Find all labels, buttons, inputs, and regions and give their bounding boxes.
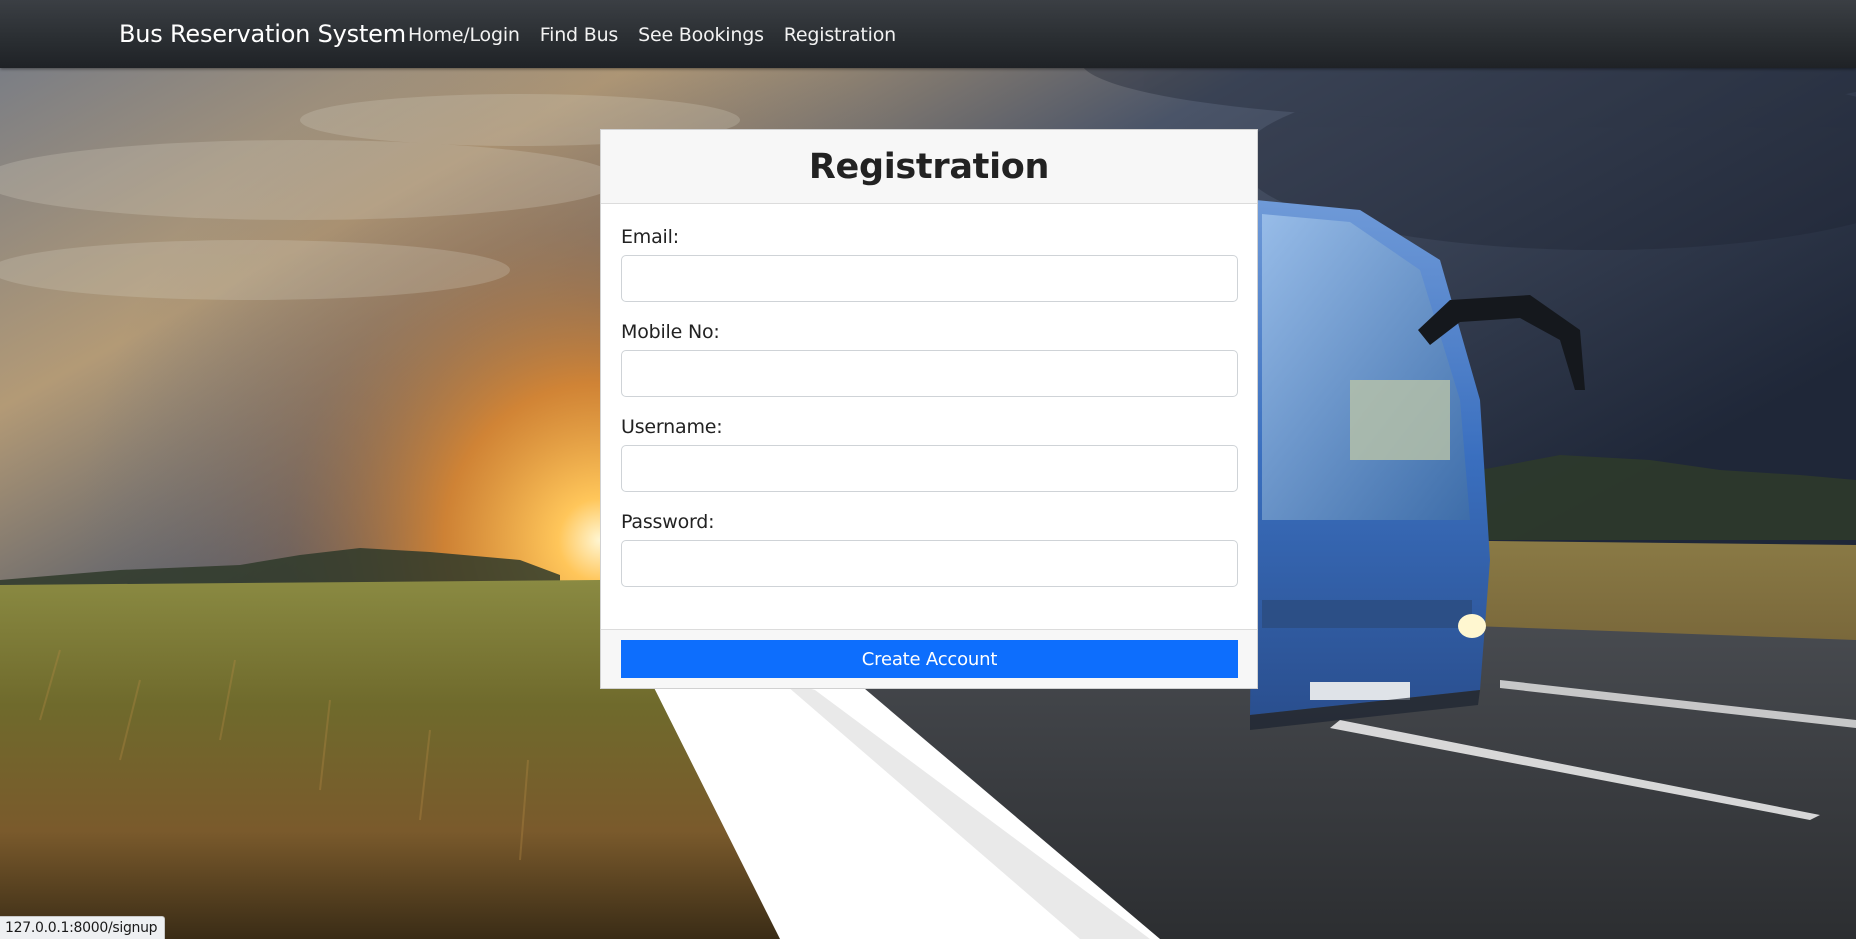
- username-label: Username:: [621, 416, 723, 438]
- email-input[interactable]: [621, 255, 1238, 302]
- nav-see-bookings-link[interactable]: See Bookings: [638, 22, 764, 48]
- username-group: Username:: [621, 416, 1238, 492]
- create-account-button[interactable]: Create Account: [621, 640, 1238, 678]
- registration-form: Email: Mobile No: Username: Password:: [601, 204, 1257, 587]
- registration-card: Registration Email: Mobile No: Username:…: [600, 129, 1258, 689]
- email-group: Email:: [621, 226, 1238, 302]
- nav-links: Home/Login Find Bus See Bookings Registr…: [408, 22, 896, 48]
- status-bar-url: 127.0.0.1:8000/signup: [0, 916, 166, 939]
- mobile-group: Mobile No:: [621, 321, 1238, 397]
- card-header: Registration: [601, 130, 1257, 204]
- password-input[interactable]: [621, 540, 1238, 587]
- nav-find-bus-link[interactable]: Find Bus: [540, 22, 619, 48]
- nav-home-login-link[interactable]: Home/Login: [408, 22, 520, 48]
- top-navbar: Bus Reservation System Home/Login Find B…: [0, 0, 1856, 68]
- username-input[interactable]: [621, 445, 1238, 492]
- password-group: Password:: [621, 511, 1238, 587]
- mobile-label: Mobile No:: [621, 321, 720, 343]
- email-label: Email:: [621, 226, 679, 248]
- password-label: Password:: [621, 511, 715, 533]
- mobile-input[interactable]: [621, 350, 1238, 397]
- registration-title: Registration: [808, 146, 1050, 187]
- brand-link[interactable]: Bus Reservation System: [119, 19, 406, 49]
- nav-registration-link[interactable]: Registration: [784, 22, 896, 48]
- card-footer: Create Account: [601, 629, 1257, 688]
